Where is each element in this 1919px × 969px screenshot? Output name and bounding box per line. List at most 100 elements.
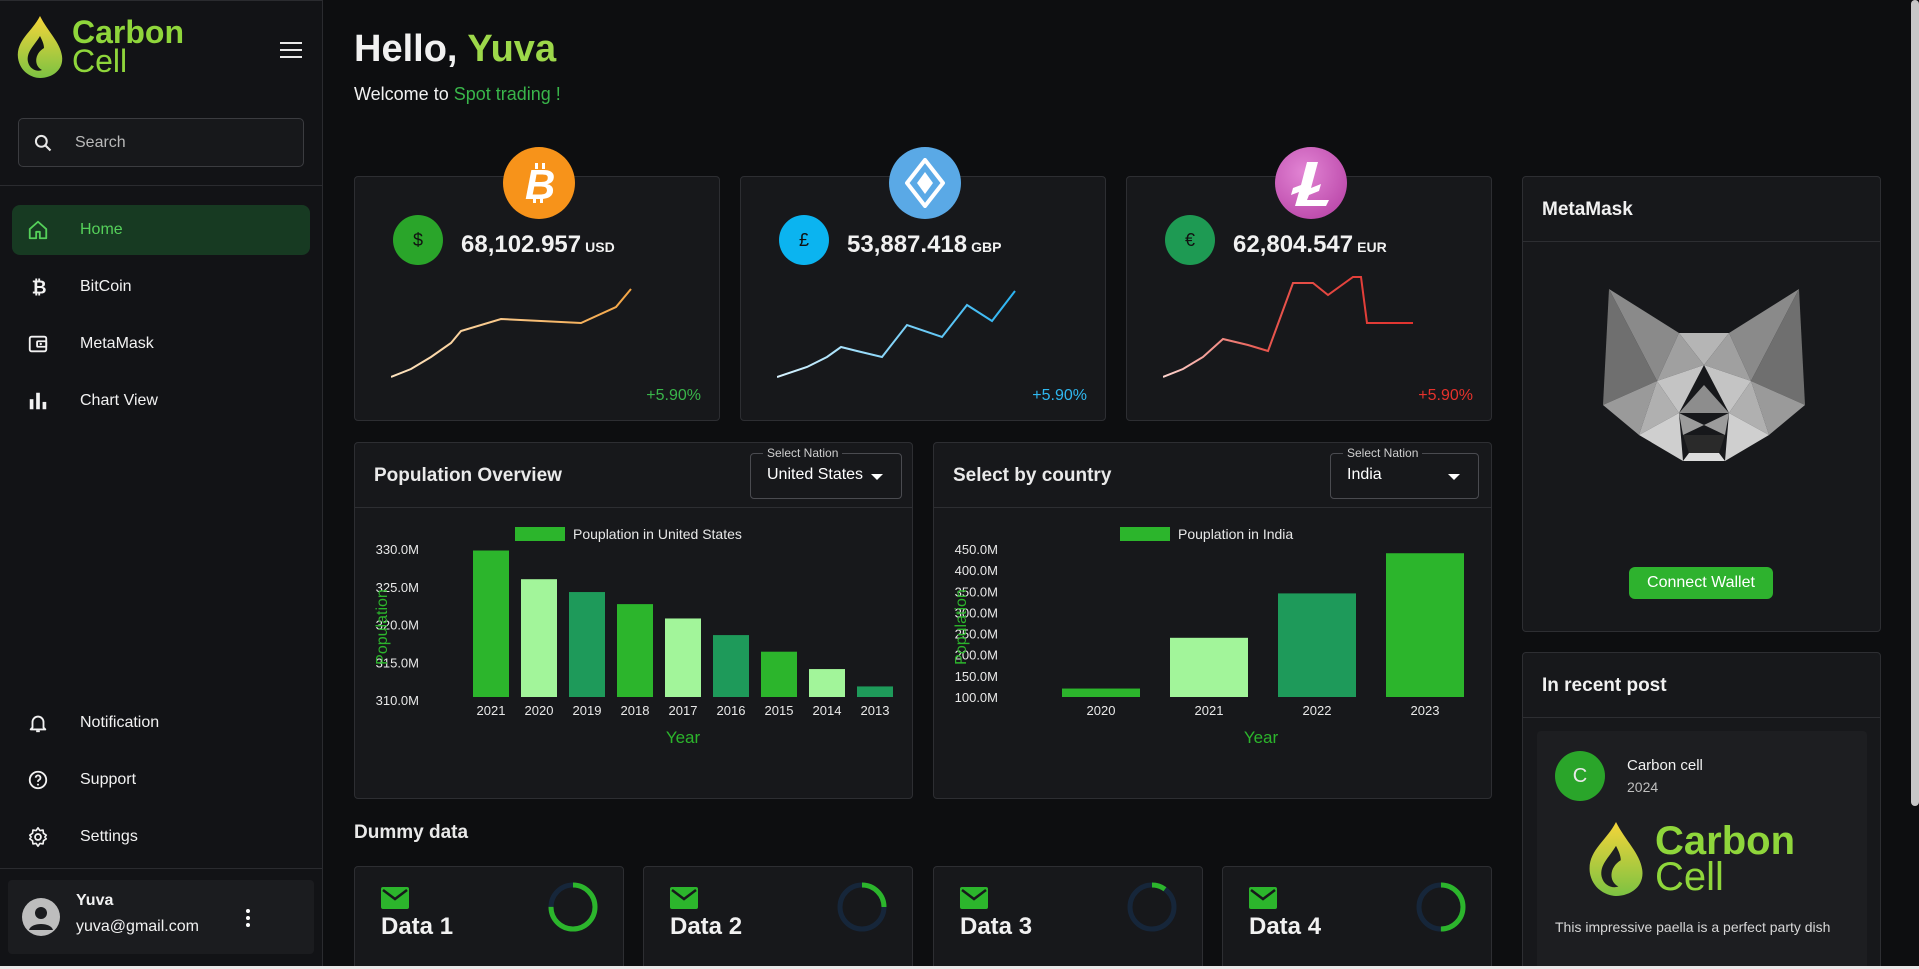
sidebar-item-home[interactable]: Home (12, 205, 310, 255)
data-card[interactable]: Data 2 (643, 866, 913, 969)
bar[interactable] (665, 618, 701, 697)
welcome-text: Welcome to Spot trading ! (354, 84, 561, 105)
post-logo-line1: Carbon (1655, 819, 1795, 863)
coin-card-eth[interactable]: £ 53,887.418 GBP +5.90% (740, 147, 1106, 421)
divider (0, 185, 323, 186)
select-value: India (1347, 466, 1382, 483)
bar[interactable] (1062, 688, 1140, 697)
data-card[interactable]: Data 3 (933, 866, 1203, 969)
price-change: +5.90% (646, 387, 701, 404)
panel-title: Select by country (953, 465, 1112, 486)
bar[interactable] (1170, 637, 1248, 697)
sidebar-item-bitcoin[interactable]: ₿ BitCoin (12, 262, 310, 312)
user-profile[interactable]: Yuva yuva@gmail.com (8, 880, 314, 954)
sidebar-item-label: Home (80, 221, 123, 238)
mail-icon (1249, 887, 1277, 909)
x-tick-label: 2020 (525, 703, 554, 718)
currency-symbol: £ (798, 229, 809, 250)
coin-price: 62,804.547 EUR (1233, 231, 1387, 259)
sidebar-item-label: Settings (80, 828, 138, 845)
x-tick-label: 2017 (669, 703, 698, 718)
bar[interactable] (1386, 553, 1464, 697)
metamask-panel: MetaMask Connect Wallet (1522, 176, 1881, 632)
sidebar-item-notification[interactable]: Notification (12, 698, 310, 748)
carbon-cell-logo-icon (17, 16, 63, 78)
price-change: +5.90% (1032, 387, 1087, 404)
user-name: Yuva (76, 892, 114, 909)
x-tick-label: 2021 (1195, 703, 1224, 718)
post-card[interactable]: C Carbon cell 2024 Carbon Cell This impr… (1537, 731, 1867, 969)
bar[interactable] (761, 651, 797, 697)
country-bar-chart: Pouplation in India450.0M400.0M350.0M300… (953, 526, 1464, 747)
sidebar-item-metamask[interactable]: MetaMask (12, 319, 310, 369)
y-tick-label: 100.0M (955, 690, 998, 705)
x-tick-label: 2018 (621, 703, 650, 718)
bar[interactable] (569, 592, 605, 697)
country-select[interactable]: Select Nation India (1330, 446, 1479, 499)
nation-select[interactable]: Select Nation United States (750, 446, 902, 499)
more-vert-icon[interactable] (236, 906, 260, 930)
sidebar-item-chart-view[interactable]: Chart View (12, 376, 310, 426)
svg-text:₿: ₿ (32, 276, 47, 297)
select-label: Select Nation (1343, 446, 1423, 460)
sidebar-item-support[interactable]: Support (12, 755, 310, 805)
x-tick-label: 2021 (477, 703, 506, 718)
coin-card-btc[interactable]: B $ 68,102.957 USD +5.90% (354, 147, 720, 421)
currency-symbol: € (1184, 229, 1195, 250)
bar[interactable] (617, 604, 653, 697)
post-logo-line2: Cell (1655, 855, 1724, 899)
metamask-fox-icon (1603, 289, 1805, 461)
search-input[interactable] (75, 133, 275, 152)
price-sparkline (1163, 276, 1413, 378)
mail-icon (670, 887, 698, 909)
progress-ring (1127, 882, 1177, 932)
coin-price: 53,887.418 GBP (847, 231, 1001, 259)
post-year: 2024 (1627, 779, 1659, 795)
select-value: United States (767, 466, 864, 483)
dollar-icon: $ (393, 215, 443, 265)
user-email: yuva@gmail.com (76, 918, 199, 935)
bar-chart-icon (26, 389, 50, 413)
price-sparkline (777, 290, 1016, 378)
data-card[interactable]: Data 4 (1222, 866, 1492, 969)
menu-toggle-icon[interactable] (280, 42, 302, 60)
x-tick-label: 2023 (1411, 703, 1440, 718)
bar[interactable] (713, 635, 749, 697)
search-icon (34, 134, 52, 151)
scrollbar[interactable] (1911, 0, 1919, 806)
sidebar-item-label: Support (80, 771, 137, 788)
app-logo[interactable]: Carbon Cell (14, 12, 194, 82)
x-tick-label: 2016 (717, 703, 746, 718)
sidebar-item-label: Chart View (80, 392, 158, 409)
y-tick-label: 310.0M (376, 693, 419, 708)
recent-post-panel: In recent post C Carbon cell 2024 Carbon… (1522, 652, 1881, 969)
section-title: Dummy data (354, 822, 469, 843)
bar[interactable] (1278, 593, 1356, 697)
sidebar-item-label: Notification (80, 714, 160, 731)
search-box[interactable] (18, 118, 304, 167)
connect-wallet-button[interactable]: Connect Wallet (1629, 567, 1773, 599)
x-tick-label: 2013 (861, 703, 890, 718)
pound-icon: £ (779, 215, 829, 265)
coin-card-ltc[interactable]: € 62,804.547 EUR +5.90% (1126, 147, 1492, 421)
currency-symbol: $ (412, 229, 423, 250)
sidebar-item-label: MetaMask (80, 335, 154, 352)
price-value: 62,804.547 (1233, 231, 1354, 258)
legend-swatch (1120, 527, 1170, 541)
progress-ring (1416, 882, 1466, 932)
bar[interactable] (809, 669, 845, 697)
legend-label: Pouplation in India (1178, 526, 1293, 542)
x-tick-label: 2015 (765, 703, 794, 718)
bar[interactable] (473, 550, 509, 697)
sidebar-item-label: BitCoin (80, 278, 132, 295)
bar[interactable] (521, 579, 557, 697)
sidebar-item-settings[interactable]: Settings (12, 812, 310, 862)
bar[interactable] (857, 686, 893, 697)
data-card-title: Data 4 (1249, 913, 1322, 940)
post-text: This impressive paella is a perfect part… (1555, 919, 1831, 935)
avatar (22, 898, 60, 936)
data-card[interactable]: Data 1 (354, 866, 624, 969)
price-value: 53,887.418 (847, 231, 968, 258)
panel-title: In recent post (1542, 675, 1667, 696)
bitcoin-icon: ₿ (26, 275, 50, 299)
